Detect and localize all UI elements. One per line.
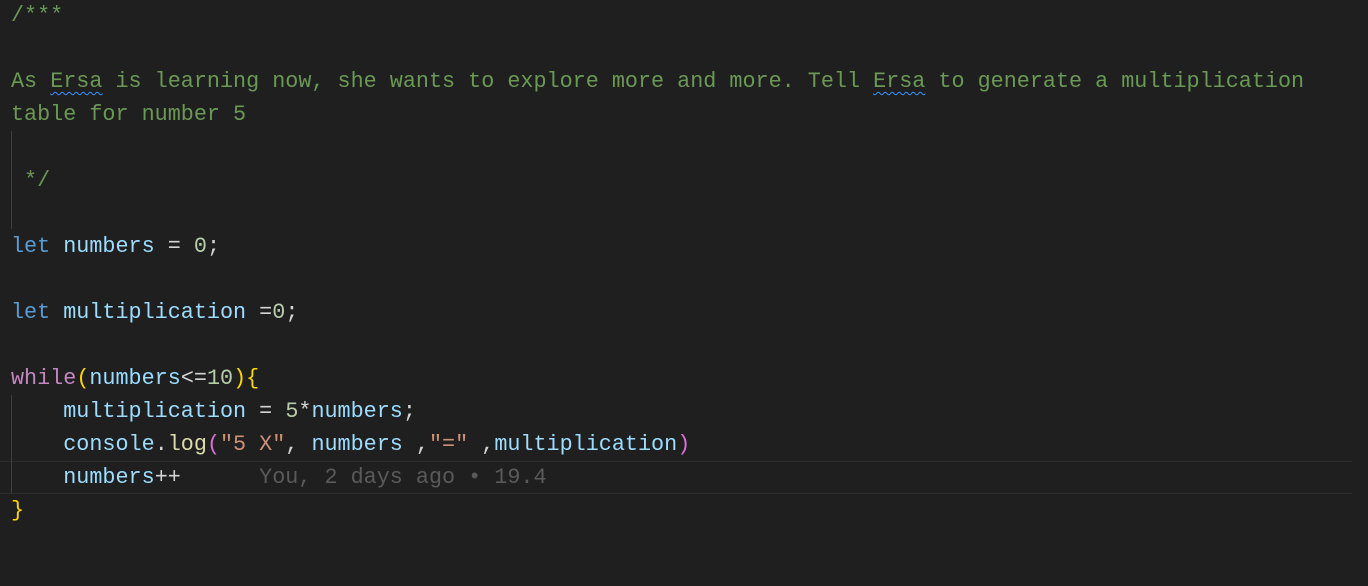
code-token: while — [11, 366, 77, 391]
git-blame-annotation: You, 2 days ago • 19.4 — [180, 465, 547, 490]
code-token: numbers — [89, 366, 181, 391]
code-token: = — [246, 300, 273, 325]
code-token: ( — [206, 432, 220, 457]
code-token: ) — [677, 432, 691, 457]
spelling-warning-token: Ersa — [873, 69, 926, 94]
code-token: multiplication — [63, 300, 247, 325]
code-line[interactable]: let numbers = 0; — [11, 230, 220, 263]
code-token: } — [11, 498, 25, 523]
code-token: "=" — [429, 432, 469, 457]
code-line[interactable]: let multiplication =0; — [11, 296, 298, 329]
code-line[interactable]: while(numbers<=10){ — [11, 362, 259, 395]
code-token: */ — [11, 168, 51, 193]
code-token: numbers — [311, 399, 403, 424]
code-token: As — [11, 69, 51, 94]
code-token: , — [468, 432, 495, 457]
code-token: ++ — [154, 465, 181, 490]
code-line[interactable]: /*** — [11, 0, 63, 32]
code-token: ; — [206, 234, 220, 259]
code-token: multiplication — [63, 399, 247, 424]
code-line[interactable]: table for number 5 — [11, 98, 246, 131]
code-token: ; — [285, 300, 299, 325]
code-token: "5 X" — [220, 432, 286, 457]
code-token: 10 — [206, 366, 234, 391]
code-token: = — [154, 234, 194, 259]
code-token: 0 — [272, 300, 286, 325]
spelling-warning-token: Ersa — [50, 69, 103, 94]
code-token: let — [11, 300, 51, 325]
code-token: <= — [180, 366, 207, 391]
code-token: multiplication — [494, 432, 678, 457]
code-token: = — [246, 399, 286, 424]
code-token: let — [11, 234, 51, 259]
code-token: console — [63, 432, 155, 457]
code-token: 0 — [193, 234, 207, 259]
code-token: numbers — [63, 465, 155, 490]
code-token: ( — [76, 366, 90, 391]
code-line[interactable]: numbers++ You, 2 days ago • 19.4 — [11, 461, 547, 494]
code-token: to generate a multiplication — [925, 69, 1305, 94]
code-line[interactable]: console.log("5 X", numbers ,"=" ,multipl… — [11, 428, 690, 461]
code-token: numbers — [311, 432, 403, 457]
code-line[interactable]: multiplication = 5*numbers; — [11, 395, 416, 428]
code-token: numbers — [63, 234, 155, 259]
code-token: table for number 5 — [11, 102, 247, 127]
code-token: * — [298, 399, 312, 424]
code-line[interactable]: As Ersa is learning now, she wants to ex… — [11, 65, 1304, 98]
code-token: { — [246, 366, 260, 391]
code-token: . — [154, 432, 168, 457]
code-token: ; — [402, 399, 416, 424]
code-token: , — [285, 432, 312, 457]
code-line[interactable]: */ — [11, 164, 50, 197]
code-token: ) — [233, 366, 247, 391]
code-token: , — [402, 432, 429, 457]
code-token: /*** — [11, 3, 64, 28]
code-token: is learning now, she wants to explore mo… — [102, 69, 874, 94]
code-token: log — [167, 432, 207, 457]
code-token: 5 — [285, 399, 299, 424]
code-line[interactable]: } — [11, 494, 24, 527]
